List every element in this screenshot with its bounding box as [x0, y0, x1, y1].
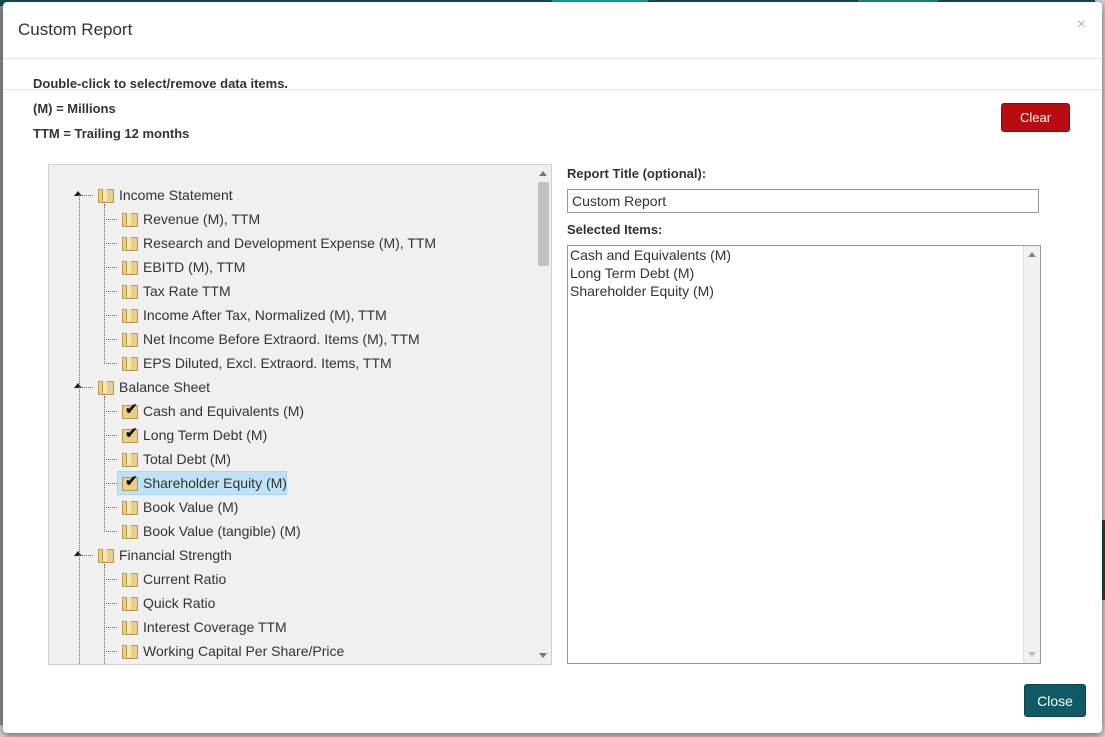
document-folder-icon: [122, 259, 138, 275]
tree-connector: [79, 387, 93, 388]
scroll-down-icon[interactable]: [1028, 652, 1036, 657]
selected-item[interactable]: Shareholder Equity (M): [570, 283, 714, 299]
tree-connector: [104, 291, 117, 292]
tree-item-label: EBITD (M), TTM: [143, 259, 246, 275]
checked-item-icon: ✔: [122, 401, 138, 419]
tree-item-label: Interest Coverage TTM: [143, 619, 287, 635]
document-folder-icon: [122, 571, 138, 587]
tree-connector: [104, 651, 117, 652]
tree-connector: [104, 435, 117, 436]
document-folder-icon: [122, 355, 138, 371]
document-folder-icon: [122, 643, 138, 659]
ttm-legend: TTM = Trailing 12 months: [33, 126, 190, 141]
close-icon[interactable]: ×: [1077, 16, 1086, 34]
document-folder-icon: [122, 595, 138, 611]
selected-items-scrollbar[interactable]: [1023, 246, 1040, 663]
selected-items-label: Selected Items:: [567, 222, 663, 237]
document-folder-icon: [122, 451, 138, 467]
tree-connector: [104, 531, 117, 532]
tree-group-label: Balance Sheet: [119, 379, 211, 395]
document-folder-icon: [122, 523, 138, 539]
folder-icon: [98, 379, 114, 395]
tree-item-label: Quick Ratio: [143, 595, 216, 611]
tree-item-label: Book Value (tangible) (M): [143, 523, 301, 539]
report-title-label: Report Title (optional):: [567, 166, 707, 181]
tree-item-label: Tax Rate TTM: [143, 283, 231, 299]
millions-legend: (M) = Millions: [33, 101, 116, 116]
document-folder-icon: [122, 331, 138, 347]
tree-connector: [104, 396, 105, 532]
tree-group-label: Income Statement: [119, 187, 233, 203]
tree-connector: [104, 339, 117, 340]
scrollbar-thumb[interactable]: [538, 182, 549, 266]
tree-item-label: Cash and Equivalents (M): [143, 403, 305, 419]
tree-connector: [104, 243, 117, 244]
tree-connector: [79, 555, 93, 556]
document-folder-icon: [122, 283, 138, 299]
data-items-tree[interactable]: Income Statement Revenue (M), TTM Research…: [48, 164, 552, 665]
scroll-up-icon[interactable]: [1028, 252, 1036, 257]
tree-item-label: Long Term Debt (M): [143, 427, 268, 443]
document-folder-icon: [122, 499, 138, 515]
tree-item-label: Research and Development Expense (M), TT…: [143, 235, 437, 251]
selected-item[interactable]: Cash and Equivalents (M): [570, 247, 731, 263]
document-folder-icon: [122, 619, 138, 635]
tree-item-label: Income After Tax, Normalized (M), TTM: [143, 307, 387, 323]
tree-item-label: Revenue (M), TTM: [143, 211, 261, 227]
tree-item-label: Net Income Before Extraord. Items (M), T…: [143, 331, 420, 347]
tree-connector: [104, 579, 117, 580]
folder-icon: [98, 547, 114, 563]
tree-connector: [104, 219, 117, 220]
clear-button[interactable]: Clear: [1001, 103, 1070, 132]
tree-connector: [104, 564, 105, 664]
document-folder-icon: [122, 307, 138, 323]
tree-group-label: Financial Strength: [119, 547, 232, 563]
custom-report-dialog: Custom Report × Double-click to select/r…: [3, 2, 1102, 733]
tree-connector: [104, 627, 117, 628]
tree-connector: [104, 315, 117, 316]
checked-item-icon: ✔: [122, 425, 138, 443]
folder-icon: [98, 187, 114, 203]
scroll-down-icon[interactable]: [539, 653, 547, 658]
close-button[interactable]: Close: [1024, 684, 1086, 717]
tree-connector: [104, 411, 117, 412]
tree-connector: [79, 195, 80, 664]
tree-item-label: EPS Diluted, Excl. Extraord. Items, TTM: [143, 355, 392, 371]
dialog-title: Custom Report: [18, 20, 133, 39]
tree-connector: [104, 204, 105, 364]
tree-connector: [104, 363, 117, 364]
tree-item-label: Working Capital Per Share/Price: [143, 643, 345, 659]
instruction-text: Double-click to select/remove data items…: [33, 76, 289, 91]
tree-scrollbar[interactable]: [536, 165, 551, 664]
document-folder-icon: [122, 211, 138, 227]
tree-connector: [104, 267, 117, 268]
tree-connector: [104, 459, 117, 460]
document-folder-icon: [122, 235, 138, 251]
tree-connector: [104, 603, 117, 604]
tree-item-label: Shareholder Equity (M): [143, 475, 287, 491]
tree-connector: [79, 195, 93, 196]
tree-connector: [104, 483, 117, 484]
selected-items-list[interactable]: Cash and Equivalents (M) Long Term Debt (…: [567, 245, 1041, 664]
tree-item-label: Total Debt (M): [143, 451, 231, 467]
report-title-input[interactable]: [567, 189, 1039, 213]
checked-item-icon: ✔: [122, 473, 138, 491]
tree-item-label: Current Ratio: [143, 571, 227, 587]
tree-item-label: Book Value (M): [143, 499, 239, 515]
selected-item[interactable]: Long Term Debt (M): [570, 265, 694, 281]
scroll-up-icon[interactable]: [539, 171, 547, 176]
dialog-header: Custom Report ×: [3, 2, 1102, 59]
tree-connector: [104, 507, 117, 508]
